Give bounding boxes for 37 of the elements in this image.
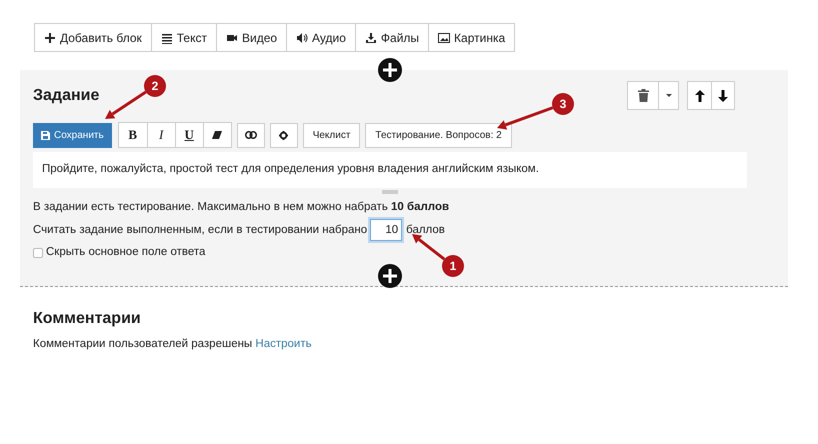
settings-link[interactable]: Настроить xyxy=(255,338,312,350)
trash-icon xyxy=(638,89,648,102)
resize-handle[interactable] xyxy=(382,190,398,194)
checkbox-label: Скрыть основное поле ответа xyxy=(46,245,206,260)
download-icon xyxy=(364,32,377,44)
add-block-icon[interactable] xyxy=(378,58,402,82)
format-button[interactable]: U xyxy=(174,123,203,147)
add-block-icon[interactable] xyxy=(378,264,402,288)
comments-status-text: Комментарии пользователей разрешены Настроить xyxy=(33,336,313,352)
section-heading: Задание xyxy=(33,86,100,106)
threshold-label: Считать задание выполненным, если в тестировании набрано xyxy=(33,222,368,238)
arrow-up-icon xyxy=(694,90,704,102)
save-button[interactable]: Сохранить xyxy=(33,122,112,148)
format-button[interactable]: B xyxy=(118,123,147,147)
eraser-icon xyxy=(212,131,222,139)
threshold-suffix: баллов xyxy=(406,222,445,238)
arrow xyxy=(497,106,554,130)
link-icon xyxy=(244,131,257,139)
plus-icon xyxy=(44,32,56,44)
arrow-down-icon xyxy=(718,90,728,102)
score-input-field[interactable]: 10 xyxy=(370,219,402,242)
text-editor[interactable]: Пройдите, пожалуйста, простой тест для определения уровня владения английским языком. xyxy=(33,152,747,188)
checkbox[interactable] xyxy=(33,248,43,258)
link-button[interactable] xyxy=(236,122,265,148)
image-icon xyxy=(438,32,450,44)
arrow xyxy=(105,90,147,119)
section-heading: Комментарии xyxy=(33,308,142,328)
checklist-button[interactable]: Чеклист xyxy=(302,122,360,148)
speaker-icon xyxy=(296,32,308,44)
arrow xyxy=(412,234,446,260)
info-text: В задании есть тестирование. Максимально в нем можно набрать 10 баллов xyxy=(33,200,450,215)
settings-button[interactable] xyxy=(270,122,298,148)
text-lines-icon xyxy=(160,32,173,44)
caret-icon xyxy=(666,94,672,97)
format-button[interactable]: I xyxy=(146,123,175,147)
testing-button[interactable]: Тестирование. Вопросов: 2 xyxy=(365,122,512,148)
settings-icon xyxy=(279,130,288,140)
